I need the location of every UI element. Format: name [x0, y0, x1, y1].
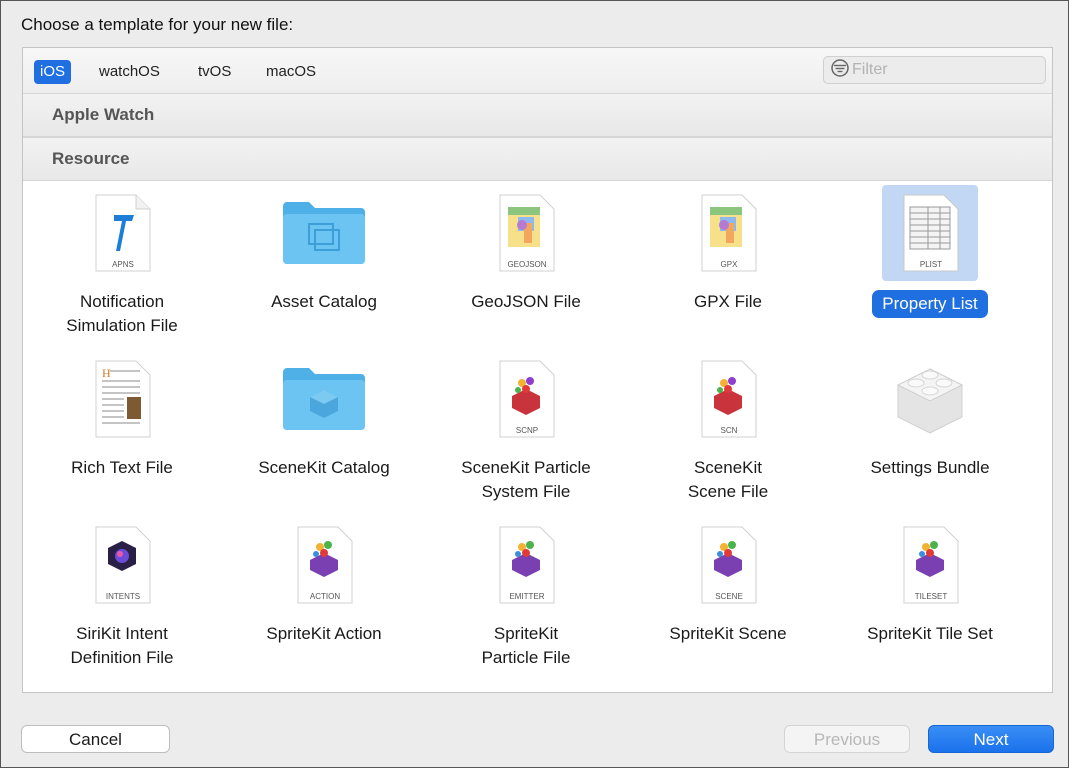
previous-button[interactable]: Previous: [784, 725, 910, 753]
file-type-badge: TILESET: [915, 592, 948, 601]
template-label: GPX File: [693, 292, 763, 311]
filter-input[interactable]: [850, 60, 1034, 80]
template-grid: APNS Notification Simulation File Asset …: [23, 181, 1052, 692]
new-file-dialog: Choose a template for your new file: iOS…: [0, 0, 1069, 768]
platform-tab-bar: iOS watchOS tvOS macOS: [23, 48, 1052, 95]
scnp-file-icon: SCNP: [478, 351, 574, 447]
tileset-file-icon: TILESET: [882, 517, 978, 613]
scn-file-icon: SCN: [680, 351, 776, 447]
tab-watchos[interactable]: watchOS: [93, 60, 166, 84]
template-scenekit-particle-system-file[interactable]: SCNP SceneKit Particle System File: [436, 347, 616, 507]
tab-macos[interactable]: macOS: [260, 60, 322, 84]
template-geojson-file[interactable]: GEOJSON GeoJSON File: [436, 181, 616, 341]
template-settings-bundle[interactable]: Settings Bundle: [840, 347, 1020, 507]
template-label: SiriKit Intent Definition File: [70, 624, 174, 667]
gpx-file-icon: GPX: [680, 185, 776, 281]
template-scenekit-catalog[interactable]: SceneKit Catalog: [234, 347, 414, 507]
file-type-badge: GPX: [721, 260, 739, 269]
template-label: SpriteKit Action: [266, 624, 382, 643]
template-label: SceneKit Catalog: [258, 458, 390, 477]
template-spritekit-action[interactable]: ACTION SpriteKit Action: [234, 513, 414, 673]
file-type-badge: SCENE: [715, 592, 743, 601]
template-label: SpriteKit Tile Set: [867, 624, 993, 643]
template-spritekit-particle-file[interactable]: EMITTER SpriteKit Particle File: [436, 513, 616, 673]
scene-file-icon: SCENE: [680, 517, 776, 613]
template-label: SceneKit Scene File: [687, 458, 769, 501]
cancel-button[interactable]: Cancel: [21, 725, 170, 753]
file-type-badge: INTENTS: [106, 592, 140, 601]
template-spritekit-tile-set[interactable]: TILESET SpriteKit Tile Set: [840, 513, 1020, 673]
file-type-badge: ACTION: [310, 592, 340, 601]
apns-file-icon: APNS: [74, 185, 170, 281]
section-header-apple-watch[interactable]: Apple Watch: [23, 93, 1052, 137]
geojson-file-icon: GEOJSON: [478, 185, 574, 281]
file-type-badge: GEOJSON: [507, 260, 546, 269]
template-panel: iOS watchOS tvOS macOS Apple Watch Resou…: [22, 47, 1053, 693]
dialog-title: Choose a template for your new file:: [21, 15, 294, 34]
template-gpx-file[interactable]: GPX GPX File: [638, 181, 818, 341]
template-sirikit-intent-definition-file[interactable]: INTENTS SiriKit Intent Definition File: [32, 513, 212, 673]
template-label: Asset Catalog: [271, 292, 377, 311]
template-property-list[interactable]: PLIST Property List: [840, 181, 1020, 341]
asset-catalog-folder-icon: [276, 185, 372, 281]
template-label: SceneKit Particle System File: [461, 458, 591, 501]
template-label: Notification Simulation File: [66, 292, 178, 335]
tab-tvos[interactable]: tvOS: [192, 60, 237, 84]
template-rich-text-file[interactable]: H Rich Text File: [32, 347, 212, 507]
template-label: SpriteKit Particle File: [481, 624, 571, 667]
template-notification-simulation-file[interactable]: APNS Notification Simulation File: [32, 181, 212, 341]
section-header-resource[interactable]: Resource: [23, 137, 1052, 181]
filter-field[interactable]: [823, 56, 1046, 84]
emitter-file-icon: EMITTER: [478, 517, 574, 613]
file-type-badge: PLIST: [920, 260, 942, 269]
template-scenekit-scene-file[interactable]: SCN SceneKit Scene File: [638, 347, 818, 507]
settings-bundle-icon: [882, 351, 978, 447]
action-file-icon: ACTION: [276, 517, 372, 613]
template-label: Settings Bundle: [870, 458, 990, 477]
scenekit-catalog-folder-icon: [276, 351, 372, 447]
next-button[interactable]: Next: [928, 725, 1054, 753]
file-type-badge: EMITTER: [509, 592, 544, 601]
file-type-badge: SCN: [721, 426, 738, 435]
template-asset-catalog[interactable]: Asset Catalog: [234, 181, 414, 341]
file-type-badge: APNS: [112, 260, 134, 269]
filter-icon: [830, 58, 850, 83]
template-spritekit-scene[interactable]: SCENE SpriteKit Scene: [638, 513, 818, 673]
svg-text:H: H: [102, 366, 111, 380]
plist-file-icon: PLIST: [882, 185, 978, 281]
template-label: Rich Text File: [71, 458, 173, 477]
template-label: SpriteKit Scene: [669, 624, 787, 643]
template-label: Property List: [872, 290, 988, 318]
rich-text-file-icon: H: [74, 351, 170, 447]
file-type-badge: SCNP: [516, 426, 538, 435]
tab-ios[interactable]: iOS: [34, 60, 72, 84]
template-label: GeoJSON File: [471, 292, 581, 311]
intents-file-icon: INTENTS: [74, 517, 170, 613]
